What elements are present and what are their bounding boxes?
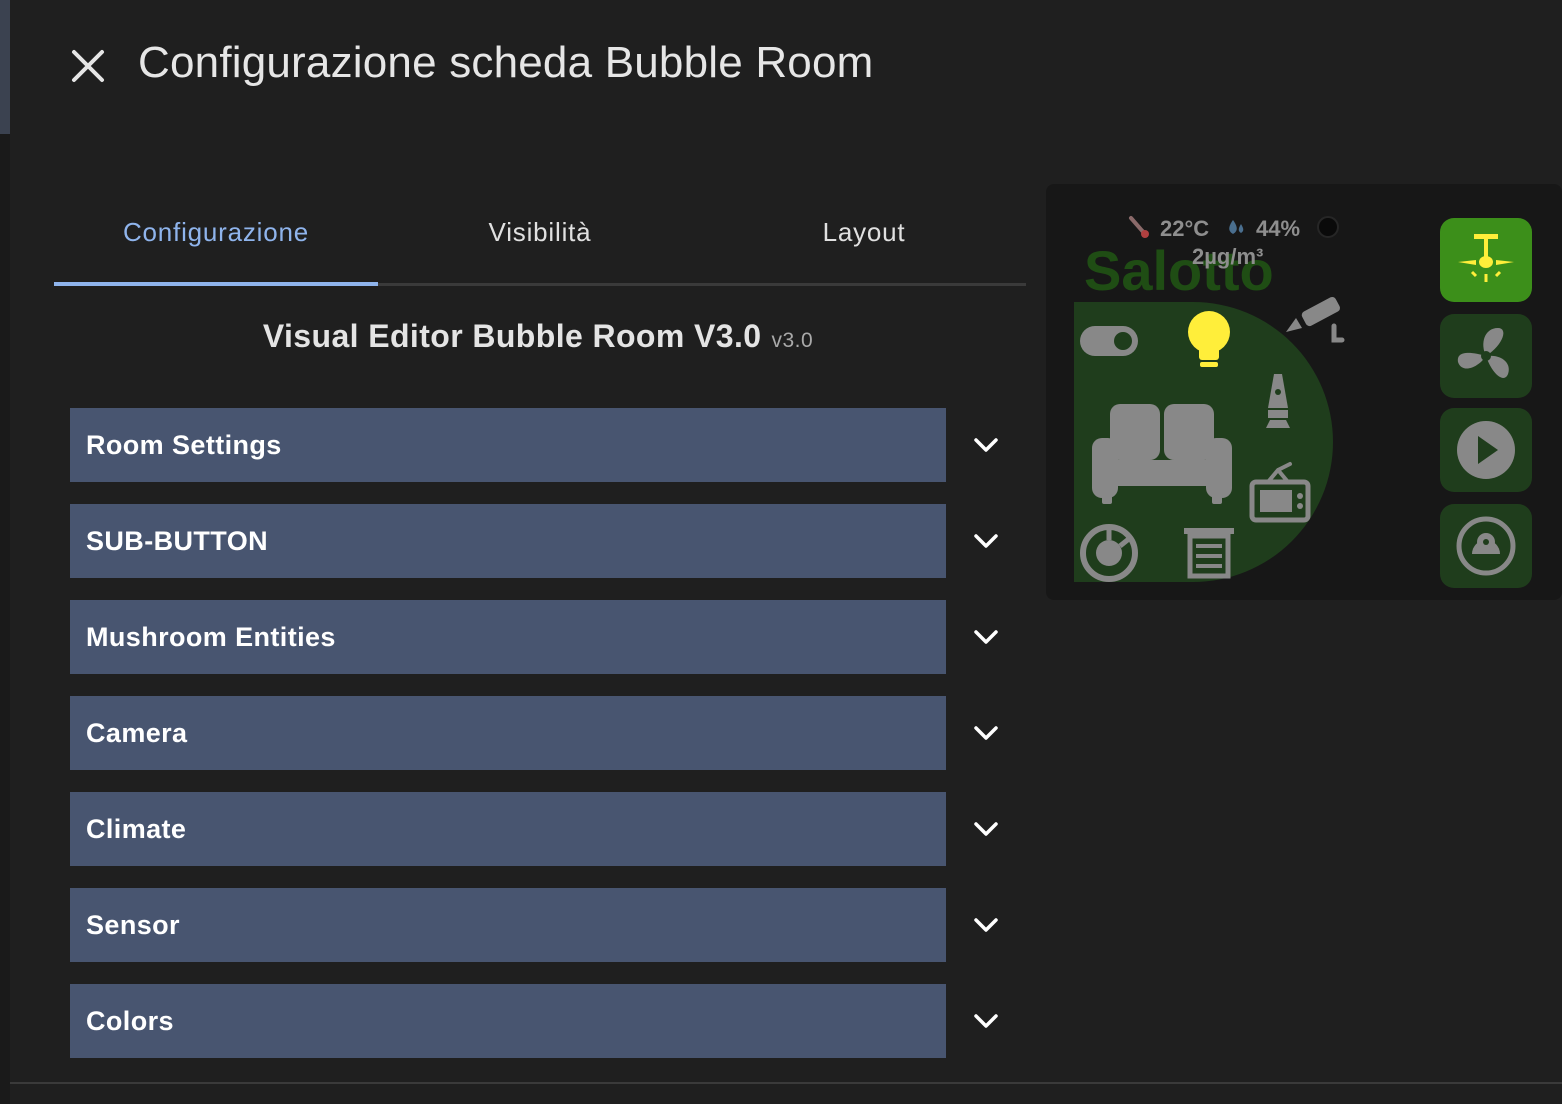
section-mushroom-entities[interactable]: Mushroom Entities: [70, 600, 946, 674]
chevron-down-icon: [974, 630, 998, 644]
backdrop: [0, 0, 10, 1104]
temperature-value: 22°C: [1160, 216, 1209, 241]
section-room-settings[interactable]: Room Settings: [70, 408, 946, 482]
version-badge: v3.0: [771, 329, 814, 352]
cctv-camera-icon[interactable]: [1286, 296, 1345, 343]
section-mushroom-entities-toggle[interactable]: [968, 619, 1004, 655]
config-dialog: Configurazione scheda Bubble Room Config…: [10, 0, 1562, 1104]
card-preview: Salotto 22°C 44% 2µg/m³: [1046, 184, 1562, 600]
section-sensor[interactable]: Sensor: [70, 888, 946, 962]
dialog-footer-divider: [10, 1082, 1562, 1084]
section-sub-button[interactable]: SUB-BUTTON: [70, 504, 946, 578]
dialog-title: Configurazione scheda Bubble Room: [138, 38, 874, 87]
chevron-down-icon: [974, 1014, 998, 1028]
section-sensor-toggle[interactable]: [968, 907, 1004, 943]
water-drop-icon: [1229, 220, 1244, 234]
section-colors-toggle[interactable]: [968, 1003, 1004, 1039]
tab-bar: Configurazione Visibilità Layout: [54, 186, 1026, 286]
sub-button-play[interactable]: [1440, 408, 1532, 492]
chevron-down-icon: [974, 918, 998, 932]
section-climate-toggle[interactable]: [968, 811, 1004, 847]
chevron-down-icon: [974, 726, 998, 740]
tab-layout[interactable]: Layout: [702, 186, 1026, 286]
section-colors[interactable]: Colors: [70, 984, 946, 1058]
section-camera[interactable]: Camera: [70, 696, 946, 770]
tab-configurazione[interactable]: Configurazione: [54, 186, 378, 286]
editor-heading: Visual Editor Bubble Room V3.0 v3.0: [70, 318, 1006, 355]
toggle-icon[interactable]: [1080, 326, 1138, 356]
chevron-down-icon: [974, 534, 998, 548]
play-icon: [1457, 421, 1515, 479]
section-camera-toggle[interactable]: [968, 715, 1004, 751]
backdrop-header: [0, 0, 10, 134]
close-icon: [72, 50, 104, 82]
editor-heading-text: Visual Editor Bubble Room V3.0: [262, 318, 762, 354]
air-quality-value: 2µg/m³: [1192, 244, 1263, 269]
chevron-down-icon: [974, 822, 998, 836]
sub-button-fan[interactable]: [1440, 314, 1532, 398]
sub-button-vacuum[interactable]: [1440, 504, 1532, 588]
section-room-settings-toggle[interactable]: [968, 427, 1004, 463]
chevron-down-icon: [974, 438, 998, 452]
tab-visibilita[interactable]: Visibilità: [378, 186, 702, 286]
thermometer-icon: [1129, 216, 1149, 238]
sub-button-ceiling-fan[interactable]: [1440, 218, 1532, 302]
preview-canvas: Salotto 22°C 44% 2µg/m³: [1074, 216, 1532, 588]
close-button[interactable]: [62, 40, 114, 92]
status-dot-icon: [1317, 216, 1339, 238]
section-climate[interactable]: Climate: [70, 792, 946, 866]
humidity-value: 44%: [1256, 216, 1300, 241]
section-sub-button-toggle[interactable]: [968, 523, 1004, 559]
